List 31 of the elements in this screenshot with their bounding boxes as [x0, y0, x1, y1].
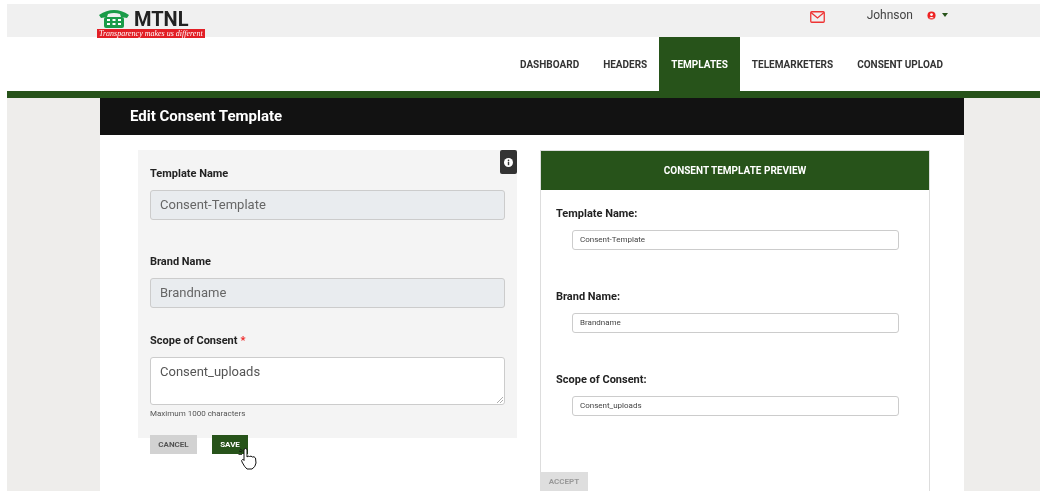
user-icon[interactable] — [927, 10, 936, 20]
required-marker: * — [240, 332, 246, 349]
preview-label: Scope of Consent: — [556, 372, 648, 388]
field-label: Template Name — [150, 165, 229, 182]
nav-tab[interactable]: DASHBOARD — [508, 37, 592, 91]
logo-tagline: Transparency makes us different — [97, 29, 205, 38]
nav-tab[interactable]: CONSENT UPLOAD — [845, 37, 955, 91]
info-icon — [504, 157, 513, 167]
field-label: Scope of Consent — [150, 332, 238, 349]
preview-field[interactable]: Consent_uploads — [572, 396, 899, 416]
save-button[interactable]: SAVE — [212, 435, 248, 454]
cancel-button[interactable]: CANCEL — [150, 435, 197, 454]
user-name[interactable]: Johnson — [866, 6, 913, 24]
nav-tab[interactable]: TEMPLATES — [659, 37, 740, 91]
hint-text: Maximum 1000 characters — [150, 408, 247, 420]
nav-tab[interactable]: TELEMARKETERS — [739, 37, 846, 91]
resize-grip-icon[interactable] — [497, 397, 503, 403]
preview-field[interactable]: Brandname — [572, 313, 899, 333]
mail-icon[interactable] — [809, 11, 825, 23]
logo-text: MTNL — [134, 9, 189, 29]
info-button[interactable] — [500, 150, 517, 174]
preview-label: Template Name: — [556, 206, 639, 222]
nav-tab[interactable]: HEADERS — [591, 37, 660, 91]
preview-title: CONSENT TEMPLATE PREVIEW — [663, 164, 807, 178]
preview-label: Brand Name: — [556, 289, 622, 305]
caret-icon[interactable] — [942, 13, 948, 17]
scope-textarea[interactable]: Consent_uploads — [150, 357, 505, 405]
page-title: Edit Consent Template — [130, 106, 283, 128]
telephone-logo-icon — [97, 7, 131, 29]
field-label: Brand Name — [150, 253, 211, 270]
preview-field[interactable]: Consent-Template — [572, 230, 899, 250]
